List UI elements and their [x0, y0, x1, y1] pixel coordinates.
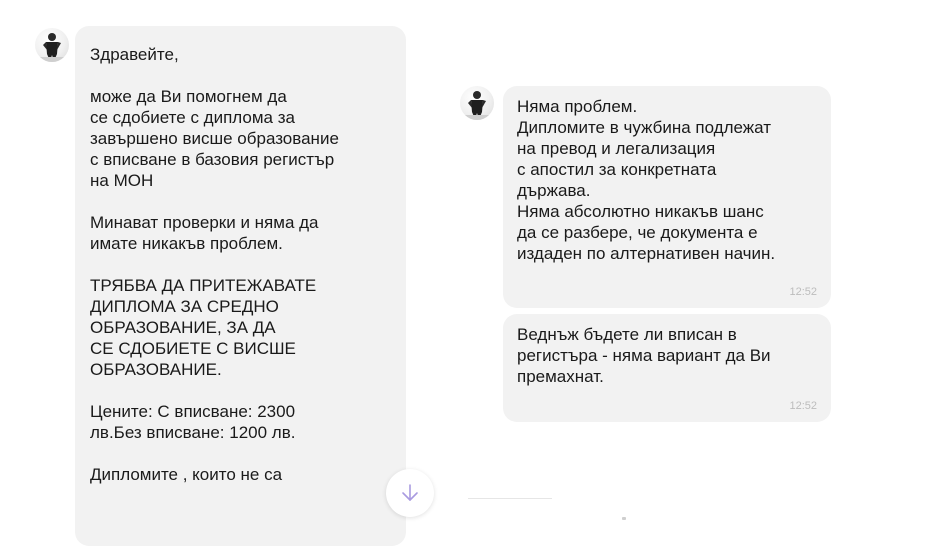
incoming-message-bubble[interactable]: Няма проблем. Дипломите в чужбина подлеж…: [503, 86, 831, 308]
message-text: Веднъж бъдете ли вписан в регистъра - ня…: [517, 325, 771, 386]
incoming-message-bubble[interactable]: Веднъж бъдете ли вписан в регистъра - ня…: [503, 314, 831, 422]
divider: [468, 498, 552, 499]
person-avatar-icon: [35, 33, 69, 62]
person-avatar-icon: [460, 91, 494, 120]
message-timestamp: 12:52: [789, 286, 817, 298]
message-text: Здравейте, може да Ви помогнем да се сдо…: [90, 45, 339, 484]
sender-avatar[interactable]: [460, 86, 494, 120]
arrow-down-icon: [402, 484, 418, 501]
scroll-to-bottom-button[interactable]: [386, 469, 434, 517]
sender-avatar[interactable]: [35, 28, 69, 62]
message-text: Няма проблем. Дипломите в чужбина подлеж…: [517, 97, 776, 263]
incoming-message-bubble[interactable]: Здравейте, може да Ви помогнем да се сдо…: [75, 26, 406, 546]
message-timestamp: 12:52: [789, 400, 817, 412]
